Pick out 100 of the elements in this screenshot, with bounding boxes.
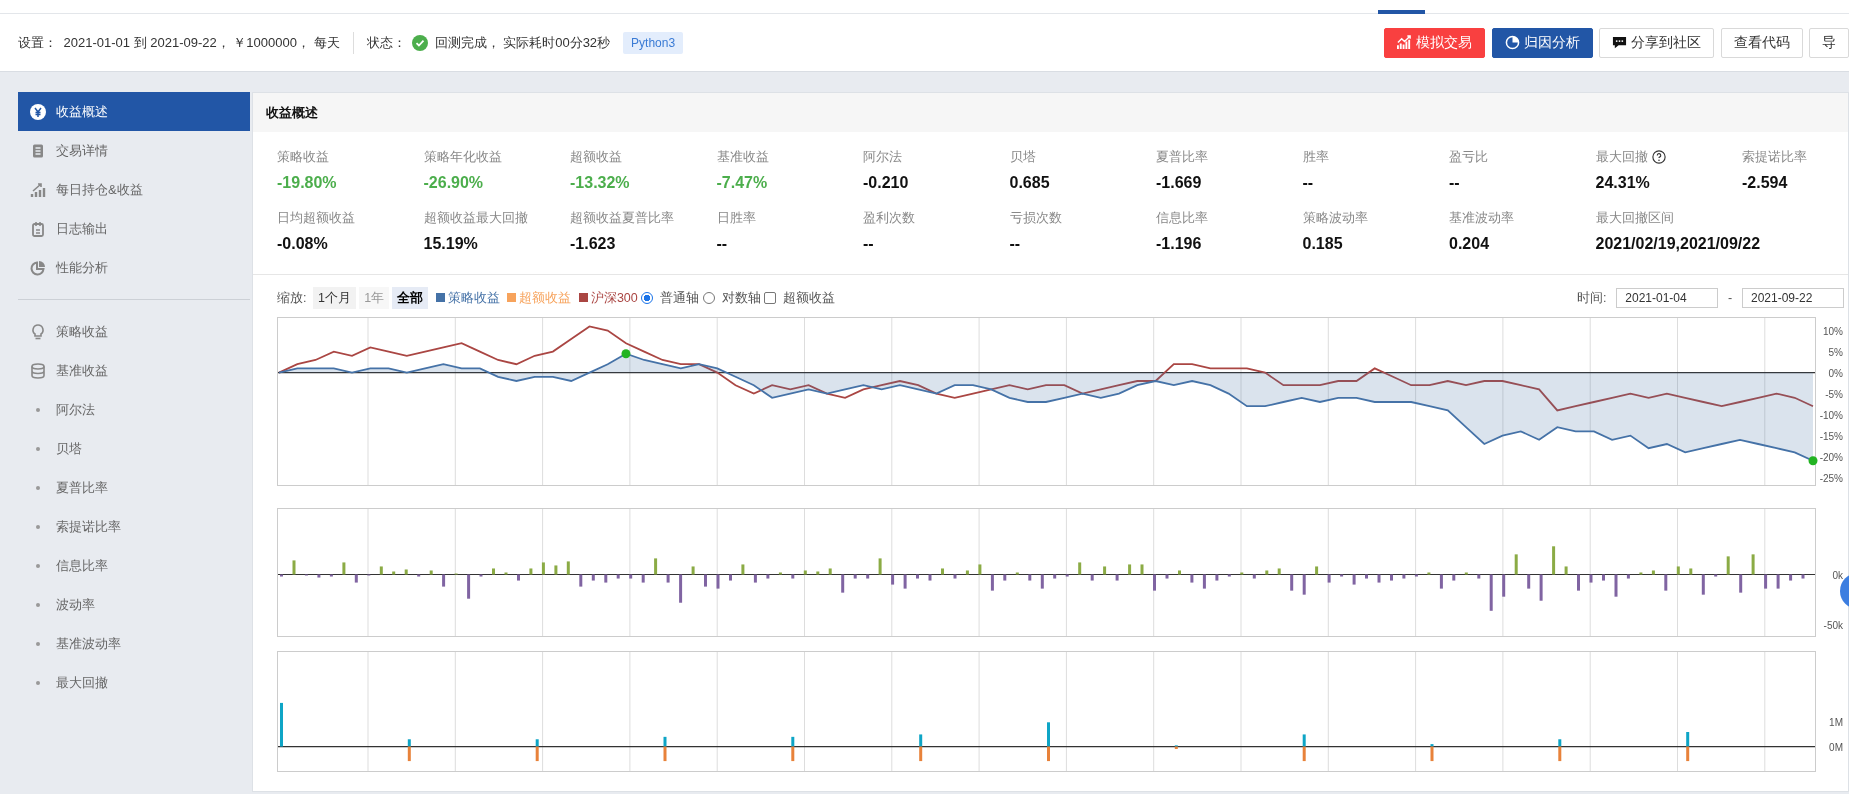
bar [679,574,683,603]
metric-value: -26.90% [423,172,484,193]
bar [1552,546,1556,575]
bar [1053,574,1057,579]
zoom-button[interactable]: 1个月 [313,286,356,310]
bar [541,562,545,575]
axis-label: -20% [1819,451,1843,463]
metric-value: -- [1302,172,1314,193]
legend-label[interactable]: 沪深300 [590,288,638,308]
metric-label: 策略收益 [277,149,329,166]
sidebar-item[interactable]: 索提诺比率 [18,507,250,546]
zoom-label: 缩放: [277,289,307,307]
bar [1751,554,1755,575]
sidebar-item[interactable]: 最大回撤 [18,663,250,702]
bar [641,574,645,583]
bar [566,561,570,575]
action-button[interactable]: 分享到社区 [1599,27,1714,58]
action-button[interactable]: 导 [1809,27,1849,58]
bar [1564,566,1568,575]
bar [329,574,333,577]
checkbox[interactable] [764,291,776,304]
bar [753,574,757,583]
marker-dot [621,349,631,359]
bar [1028,574,1032,581]
bar [1128,564,1132,575]
bar [1290,574,1294,591]
bar [517,574,520,581]
metric-label: 最大回撤区间 [1595,209,1674,227]
sidebar-item[interactable]: 每日持仓&收益 [18,170,250,209]
metric-value: -0.210 [863,172,909,193]
zoom-button[interactable]: 全部 [392,286,429,310]
bar [1764,574,1768,589]
bar [1502,574,1506,597]
sidebar-item[interactable]: 基准波动率 [18,624,250,663]
status-label: 状态： [366,33,406,52]
metric-label: 亏损次数 [1009,209,1062,227]
sidebar-item[interactable]: 夏普比率 [18,468,250,507]
metric-label: 基准收益 [716,149,769,166]
sidebar-item[interactable]: 阿尔法 [18,390,250,429]
bar [1651,570,1655,575]
sidebar-item[interactable]: 波动率 [18,585,250,624]
sidebar-item[interactable]: 性能分析 [18,248,250,287]
bar [1489,574,1493,612]
axis-label: -25% [1819,472,1843,484]
bar [1589,574,1593,583]
bar [778,572,782,575]
action-button[interactable]: 查看代码 [1720,27,1803,58]
legend-label[interactable]: 策略收益 [447,288,500,308]
bar [579,574,583,587]
bar [1689,568,1693,575]
database-icon [30,362,46,379]
bar [891,574,895,585]
bar [554,565,558,575]
yen-icon [30,103,46,120]
metric-value: -0.08% [277,233,328,254]
bar [1277,568,1281,575]
date-field[interactable]: 2021-01-04 [1616,287,1719,308]
sidebar-item[interactable]: 交易详情 [18,131,250,170]
metric-value: -1.623 [570,233,616,254]
option-label: 对数轴 [721,289,761,307]
action-button[interactable]: 模拟交易 [1384,27,1485,58]
sidebar-item[interactable]: 贝塔 [18,429,250,468]
axis-label: -5% [1825,388,1843,400]
bar [1701,574,1705,595]
bar [1265,570,1269,575]
bar [280,574,283,577]
bar [280,703,283,747]
sidebar-item[interactable]: 日志输出 [18,209,250,248]
range-separator: - [1728,289,1733,307]
sidebar-item[interactable]: 信息比率 [18,546,250,585]
bar [791,574,795,579]
metric-value: 2021/02/19,2021/09/22 [1595,233,1761,254]
bar [1464,572,1468,575]
sidebar-item[interactable]: 基准收益 [18,351,250,390]
bar [591,574,595,581]
bar [1078,562,1082,575]
action-button[interactable]: 归因分析 [1491,27,1593,58]
bar [1639,572,1643,575]
metric-label: 贝塔 [1009,149,1036,166]
status-text: 回测完成， 实际耗时00分32秒 [434,33,611,52]
bar [1240,572,1244,575]
option-label: 超额收益 [783,289,836,307]
marker-dot [1808,456,1818,466]
bar [916,574,919,579]
date-field[interactable]: 2021-09-22 [1742,287,1844,308]
axis-label: 0k [1832,569,1843,581]
sidebar-item[interactable]: 策略收益 [18,312,250,351]
metric-label: 信息比率 [1156,209,1208,227]
bar [342,562,346,575]
bar [965,570,969,575]
document-icon [30,142,46,159]
sidebar-item[interactable]: 收益概述 [18,92,250,131]
bar [978,564,982,575]
bar [1527,574,1531,589]
bar [1015,572,1019,575]
bar [766,574,770,579]
bar [1252,574,1256,579]
bar [1614,574,1618,597]
radio-button[interactable] [641,291,653,304]
bar [1427,572,1431,575]
